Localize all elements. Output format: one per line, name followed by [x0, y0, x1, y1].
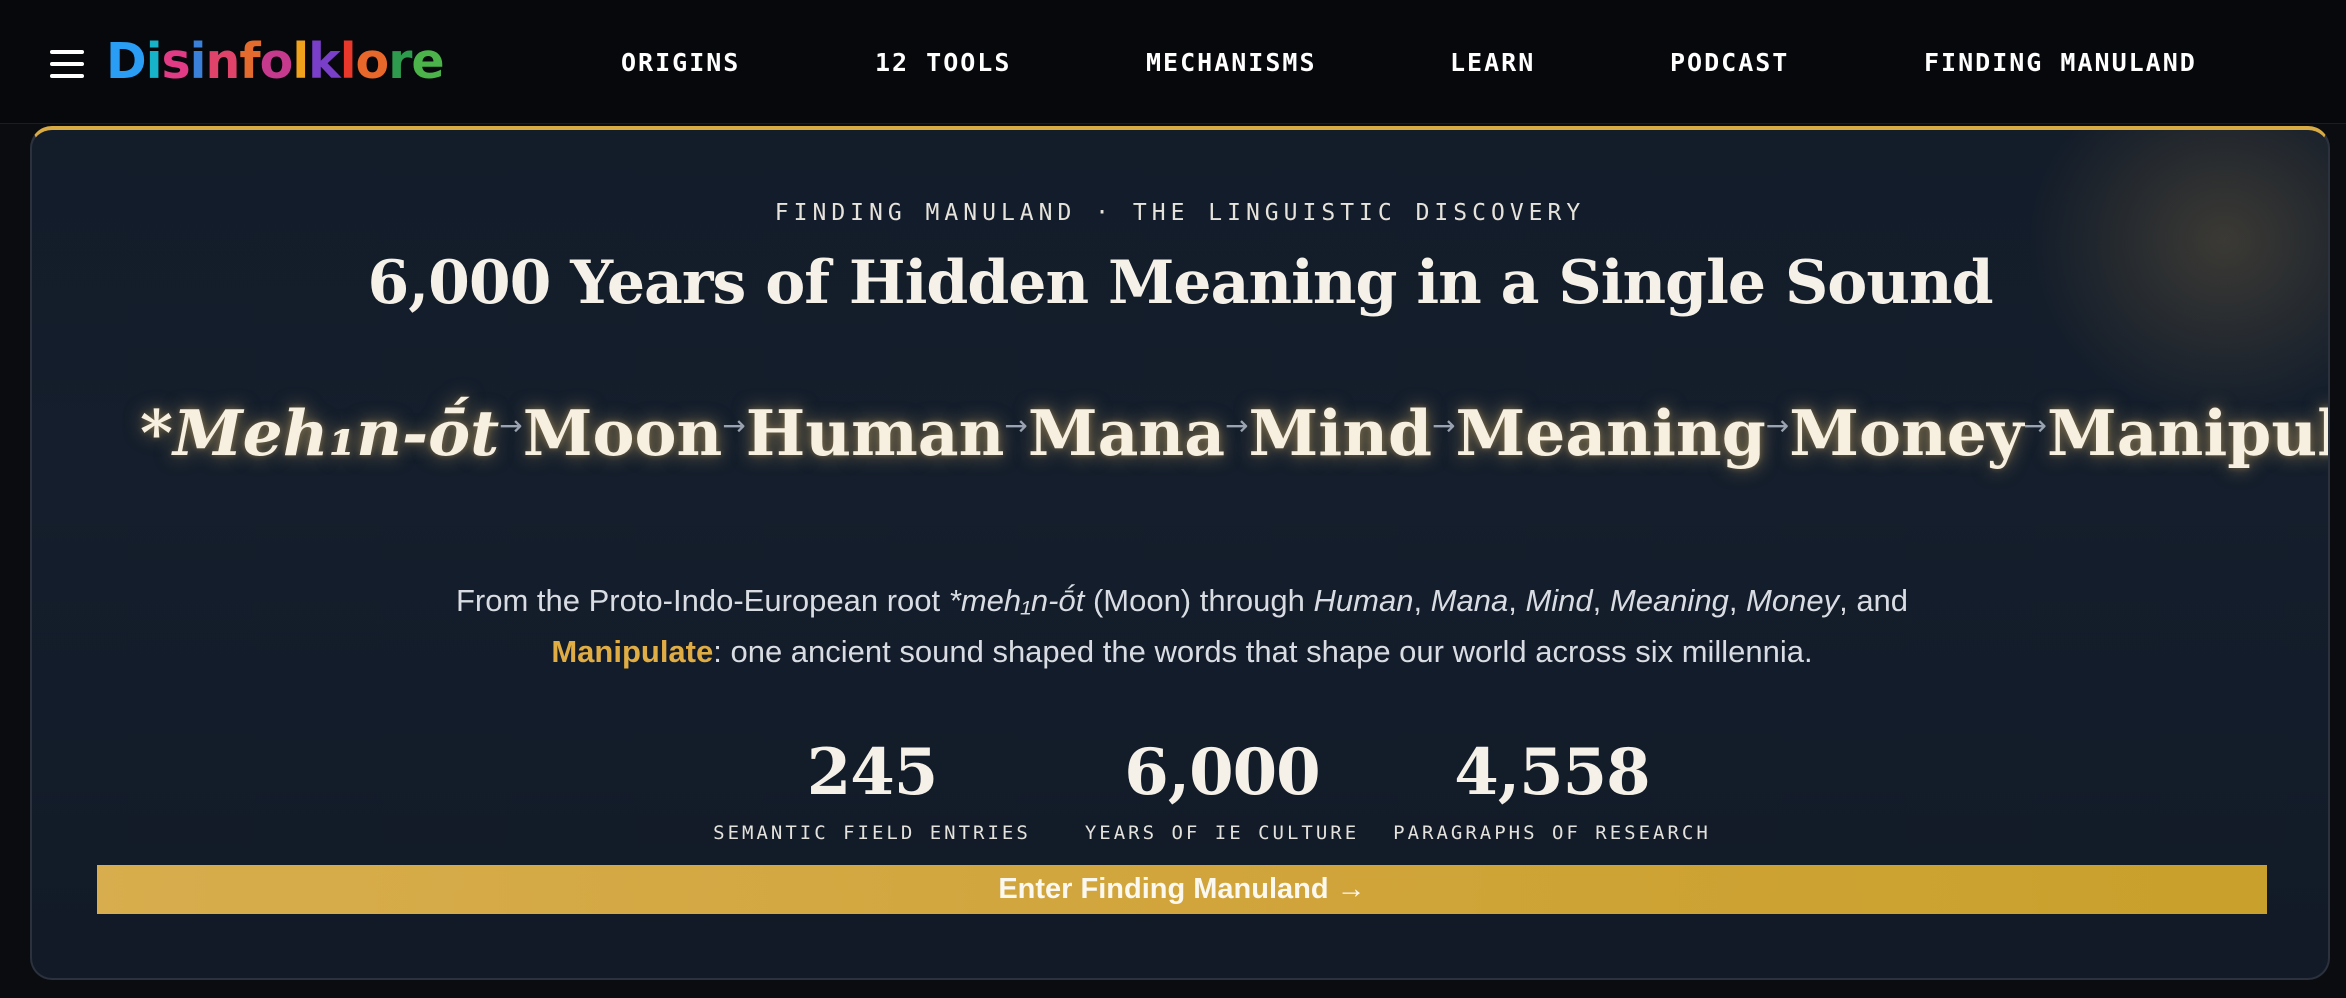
stat-label: YEARS OF IE CULTURE — [1084, 822, 1360, 844]
hero-card: FINDING MANULAND · THE LINGUISTIC DISCOV… — [30, 126, 2330, 980]
stat-semantic-entries: 245 SEMANTIC FIELD ENTRIES — [692, 728, 1052, 844]
chain-word: Meaning — [1455, 396, 1766, 470]
desc-text: : one ancient sound shaped the words tha… — [713, 634, 1813, 669]
desc-text: From the Proto-Indo-European root — [455, 583, 949, 618]
desc-text: (Moon) through — [1084, 583, 1314, 618]
nav-link-learn[interactable]: LEARN — [1450, 48, 1535, 78]
chain-word: Human — [745, 396, 1005, 470]
chain-root-word: *Meh₁n-ṓt — [140, 396, 500, 470]
nav-link-finding-manuland[interactable]: FINDING MANULAND — [1924, 48, 2197, 78]
stat-value: 245 — [806, 735, 939, 810]
nav-link-podcast[interactable]: PODCAST — [1670, 48, 1789, 78]
main-nav: ORIGINS 12 TOOLS MECHANISMS LEARN PODCAS… — [0, 0, 2346, 124]
desc-root: *meh₁n-ṓt — [948, 583, 1085, 618]
stat-paragraphs: 4,558 PARAGRAPHS OF RESEARCH — [1372, 728, 1732, 844]
chain-arrow-icon: → — [1004, 408, 1028, 442]
nav-link-mechanisms[interactable]: MECHANISMS — [1146, 48, 1317, 78]
stat-years: 6,000 YEARS OF IE CULTURE — [1052, 728, 1392, 844]
chain-arrow-icon: → — [1765, 408, 1790, 442]
stat-value: 4,558 — [1454, 735, 1650, 810]
top-navbar: Disinfolklore ORIGINS 12 TOOLS MECHANISM… — [0, 0, 2346, 124]
hero-description: From the Proto-Indo-European root *meh₁n… — [455, 583, 1909, 669]
desc-text: , and — [1839, 583, 1909, 618]
desc-word: Mana — [1430, 583, 1509, 618]
stat-label: SEMANTIC FIELD ENTRIES — [713, 822, 1031, 844]
chain-word: Money — [1789, 396, 2024, 470]
desc-highlight: Manipulate — [551, 634, 714, 669]
desc-word: Mind — [1525, 583, 1593, 618]
hero-headline: 6,000 Years of Hidden Meaning in a Singl… — [367, 248, 1993, 318]
chain-word: Mind — [1248, 396, 1433, 470]
stat-value: 6,000 — [1124, 735, 1320, 810]
stats-row: 245 SEMANTIC FIELD ENTRIES 6,000 YEARS O… — [32, 728, 2328, 868]
chain-word: Manipulate — [2046, 396, 2328, 470]
desc-word: Money — [1746, 583, 1840, 618]
nav-link-12-tools[interactable]: 12 TOOLS — [875, 48, 1011, 78]
chain-arrow-icon: → — [1225, 408, 1249, 442]
word-chain: *Meh₁n-ṓt → Moon → Human → Mana → Mind → Meaning → M… — [140, 388, 2328, 478]
stat-label: PARAGRAPHS OF RESEARCH — [1393, 822, 1711, 844]
desc-word: Human — [1313, 583, 1414, 618]
chain-arrow-icon: → — [499, 408, 523, 442]
nav-link-origins[interactable]: ORIGINS — [621, 48, 740, 78]
desc-word: Meaning — [1609, 583, 1729, 618]
chain-word: Mana — [1027, 396, 1226, 470]
enter-finding-manuland-button[interactable]: Enter Finding Manuland → — [97, 865, 2267, 914]
hero-eyebrow: FINDING MANULAND · THE LINGUISTIC DISCOV… — [774, 200, 1586, 226]
chain-word: Moon — [522, 396, 723, 470]
chain-arrow-icon: → — [722, 408, 746, 442]
chain-arrow-icon: → — [1432, 408, 1456, 442]
chain-arrow-icon: → — [2023, 408, 2047, 442]
